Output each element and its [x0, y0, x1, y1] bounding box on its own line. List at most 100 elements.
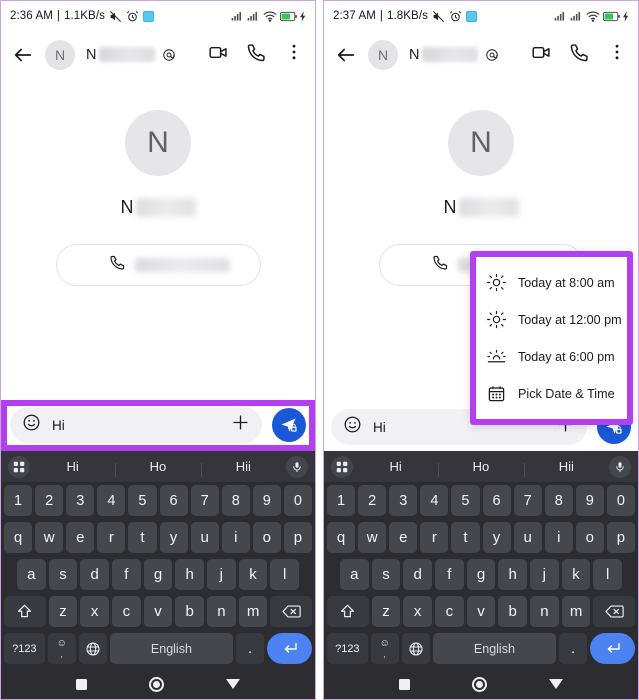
- triangle-down-icon[interactable]: [226, 679, 240, 689]
- key-l[interactable]: l: [270, 559, 300, 590]
- key-k[interactable]: k: [238, 559, 268, 590]
- key-z[interactable]: z: [48, 596, 78, 627]
- key-c[interactable]: c: [434, 596, 464, 627]
- key-n[interactable]: n: [530, 596, 559, 627]
- symbols-key[interactable]: ?123: [4, 633, 45, 664]
- key-x[interactable]: x: [80, 596, 109, 627]
- suggestion-1[interactable]: Ho: [438, 459, 523, 477]
- backspace-icon[interactable]: [593, 596, 635, 627]
- globe-icon[interactable]: [78, 633, 107, 664]
- key-q[interactable]: q: [327, 522, 356, 553]
- period-key[interactable]: .: [236, 633, 265, 664]
- key-b[interactable]: b: [498, 596, 528, 627]
- enter-icon[interactable]: [590, 633, 635, 664]
- key-8[interactable]: 8: [221, 485, 250, 516]
- square-icon[interactable]: [399, 678, 410, 690]
- back-arrow-icon[interactable]: [335, 44, 357, 66]
- suggestion-2[interactable]: Hii: [200, 459, 286, 477]
- key-p[interactable]: p: [606, 522, 635, 553]
- key-0[interactable]: 0: [606, 485, 635, 516]
- key-w[interactable]: w: [358, 522, 387, 553]
- key-u[interactable]: u: [513, 522, 542, 553]
- key-g[interactable]: g: [143, 559, 173, 590]
- key-z[interactable]: z: [371, 596, 401, 627]
- key-l[interactable]: l: [593, 559, 623, 590]
- space-key[interactable]: English: [109, 633, 234, 664]
- circle-icon[interactable]: [149, 676, 164, 692]
- suggestion-0[interactable]: Hi: [30, 459, 115, 474]
- key-y[interactable]: y: [159, 522, 188, 553]
- key-t[interactable]: t: [451, 522, 480, 553]
- emoji-comma-key[interactable]: ☺ ,: [47, 633, 76, 664]
- enter-icon[interactable]: [267, 633, 312, 664]
- key-x[interactable]: x: [403, 596, 432, 627]
- key-p[interactable]: p: [283, 522, 312, 553]
- key-4[interactable]: 4: [420, 485, 449, 516]
- emoji-icon[interactable]: [343, 415, 362, 439]
- space-key[interactable]: English: [432, 633, 557, 664]
- key-8[interactable]: 8: [544, 485, 573, 516]
- key-k[interactable]: k: [561, 559, 591, 590]
- key-e[interactable]: e: [66, 522, 95, 553]
- schedule-option-custom[interactable]: Pick Date & Time: [476, 375, 627, 412]
- key-9[interactable]: 9: [252, 485, 281, 516]
- phone-icon[interactable]: [246, 42, 267, 68]
- key-3[interactable]: 3: [389, 485, 418, 516]
- avatar[interactable]: N: [45, 39, 75, 70]
- emoji-comma-key[interactable]: ☺ ,: [370, 633, 399, 664]
- key-y[interactable]: y: [482, 522, 511, 553]
- schedule-option-noon[interactable]: Today at 12:00 pm: [476, 301, 627, 338]
- key-h[interactable]: h: [498, 559, 528, 590]
- key-f[interactable]: f: [112, 559, 141, 590]
- key-0[interactable]: 0: [283, 485, 312, 516]
- key-i[interactable]: i: [221, 522, 250, 553]
- key-i[interactable]: i: [544, 522, 573, 553]
- key-s[interactable]: s: [371, 559, 401, 590]
- key-q[interactable]: q: [4, 522, 33, 553]
- key-o[interactable]: o: [252, 522, 281, 553]
- schedule-option-evening[interactable]: Today at 6:00 pm: [476, 338, 627, 375]
- phone-number-button[interactable]: [55, 244, 261, 286]
- key-2[interactable]: 2: [35, 485, 64, 516]
- key-m[interactable]: m: [238, 596, 268, 627]
- key-u[interactable]: u: [190, 522, 219, 553]
- key-1[interactable]: 1: [4, 485, 33, 516]
- key-4[interactable]: 4: [97, 485, 126, 516]
- key-3[interactable]: 3: [66, 485, 95, 516]
- period-key[interactable]: .: [559, 633, 588, 664]
- suggestion-2[interactable]: Hii: [523, 459, 609, 477]
- microphone-icon[interactable]: [608, 455, 631, 478]
- key-j[interactable]: j: [530, 559, 559, 590]
- shift-icon[interactable]: [327, 596, 369, 627]
- triangle-down-icon[interactable]: [549, 679, 563, 689]
- key-s[interactable]: s: [48, 559, 78, 590]
- key-h[interactable]: h: [175, 559, 205, 590]
- key-f[interactable]: f: [435, 559, 464, 590]
- message-input[interactable]: Hi: [10, 407, 262, 443]
- key-6[interactable]: 6: [159, 485, 188, 516]
- key-7[interactable]: 7: [513, 485, 542, 516]
- key-j[interactable]: j: [207, 559, 236, 590]
- key-v[interactable]: v: [466, 596, 496, 627]
- back-arrow-icon[interactable]: [12, 44, 34, 66]
- square-icon[interactable]: [76, 678, 87, 690]
- key-5[interactable]: 5: [128, 485, 157, 516]
- key-r[interactable]: r: [420, 522, 449, 553]
- key-r[interactable]: r: [97, 522, 126, 553]
- symbols-key[interactable]: ?123: [327, 633, 368, 664]
- key-a[interactable]: a: [339, 559, 369, 590]
- key-t[interactable]: t: [128, 522, 157, 553]
- more-vertical-icon[interactable]: [284, 42, 304, 67]
- key-5[interactable]: 5: [451, 485, 480, 516]
- more-vertical-icon[interactable]: [607, 42, 627, 67]
- contact-name-header[interactable]: N: [86, 47, 176, 63]
- key-1[interactable]: 1: [327, 485, 356, 516]
- key-o[interactable]: o: [575, 522, 604, 553]
- key-2[interactable]: 2: [358, 485, 387, 516]
- key-d[interactable]: d: [403, 559, 432, 590]
- emoji-icon[interactable]: [22, 413, 41, 437]
- key-a[interactable]: a: [16, 559, 46, 590]
- backspace-icon[interactable]: [270, 596, 312, 627]
- key-m[interactable]: m: [561, 596, 591, 627]
- key-w[interactable]: w: [35, 522, 64, 553]
